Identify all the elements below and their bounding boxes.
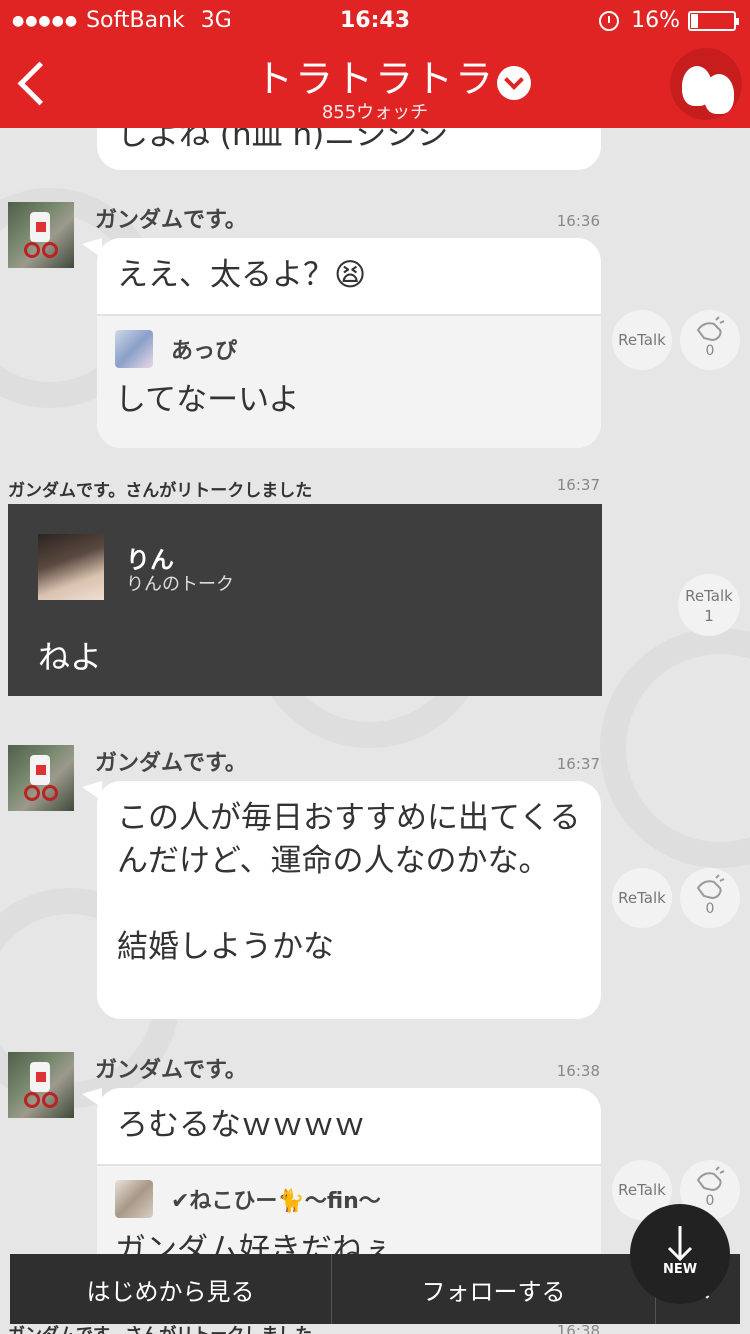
notice-time: 16:37 bbox=[556, 476, 600, 494]
background-pattern bbox=[600, 628, 750, 868]
avatar-figure bbox=[36, 1072, 46, 1082]
retalk-text: ねよ bbox=[38, 638, 103, 676]
chat-area[interactable]: しよね (n皿 n)ニシシシ ガンダムです。 16:36 ええ、太るよ？😫 あっ… bbox=[0, 128, 750, 1334]
quoted-message[interactable]: あっぴ してなーいよ bbox=[97, 314, 601, 448]
clap-button[interactable]: 0 bbox=[680, 868, 740, 928]
message-bubble[interactable]: この人が毎日おすすめに出てくるんだけど、運命の人なのかな。 結婚しようかな bbox=[97, 781, 601, 1019]
alarm-icon bbox=[599, 10, 620, 31]
message-time: 16:36 bbox=[556, 212, 600, 230]
avatar-figure bbox=[24, 785, 40, 801]
retalk-button[interactable]: ReTalk bbox=[612, 868, 672, 928]
follow-button[interactable]: フォローする bbox=[332, 1254, 656, 1324]
status-right: 16% bbox=[599, 8, 739, 33]
retalk-avatar[interactable] bbox=[38, 534, 104, 600]
message-text: ろむるなｗｗｗｗ bbox=[117, 1107, 365, 1143]
retalk-card[interactable]: りん りんのトーク ねよ bbox=[8, 504, 602, 696]
clap-button[interactable]: 0 bbox=[680, 310, 740, 370]
battery-percent: 16% bbox=[631, 8, 680, 33]
sender-name: ガンダムです。 bbox=[95, 751, 247, 776]
ghost-shape bbox=[704, 74, 734, 114]
new-label: NEW bbox=[662, 1262, 698, 1277]
quote-author: ✔ねこひー🐈〜fin〜 bbox=[171, 1189, 381, 1214]
message-bubble[interactable]: ええ、太るよ？😫 あっぴ してなーいよ bbox=[97, 238, 601, 448]
quote-author: あっぴ bbox=[171, 339, 238, 364]
retalk-button[interactable]: ReTalk bbox=[612, 310, 672, 370]
status-bar: ●●●●● SoftBank 3G 16:43 16% bbox=[0, 0, 750, 42]
clap-icon bbox=[696, 316, 725, 342]
message-text: しよね (n皿 n)ニシシシ bbox=[117, 128, 449, 153]
arrow-down-icon bbox=[667, 1226, 693, 1262]
battery-fill bbox=[691, 13, 698, 28]
clap-icon bbox=[696, 1166, 725, 1192]
quote-avatar bbox=[115, 1180, 153, 1218]
retalk-count: 1 bbox=[704, 607, 714, 625]
quote-header: あっぴ bbox=[115, 330, 581, 368]
avatar-figure bbox=[42, 1092, 58, 1108]
retalk-label: ReTalk bbox=[685, 587, 733, 605]
battery-icon bbox=[688, 10, 739, 31]
new-messages-button[interactable]: NEW bbox=[630, 1204, 730, 1304]
sender-name: ガンダムです。 bbox=[95, 208, 247, 233]
message-bubble[interactable]: しよね (n皿 n)ニシシシ bbox=[97, 128, 601, 170]
retalk-notice: ガンダムです。さんがリトークしました bbox=[8, 481, 313, 501]
clap-count: 0 bbox=[705, 343, 715, 359]
navigation-bar: トラトラトラ 855ウォッチ bbox=[0, 42, 750, 128]
retalk-button[interactable]: ReTalk 1 bbox=[678, 574, 740, 636]
watch-count: 855ウォッチ bbox=[321, 102, 429, 123]
avatar-figure bbox=[24, 1092, 40, 1108]
talk-title-text: トラトラトラ bbox=[254, 57, 495, 101]
message-time: 16:38 bbox=[556, 1062, 600, 1080]
quote-text: してなーいよ bbox=[115, 382, 300, 418]
character-icon[interactable] bbox=[670, 48, 742, 120]
avatar-figure bbox=[42, 242, 58, 258]
avatar-figure bbox=[42, 785, 58, 801]
quote-header: ✔ねこひー🐈〜fin〜 bbox=[115, 1180, 581, 1218]
quote-avatar bbox=[115, 330, 153, 368]
avatar-figure bbox=[36, 222, 46, 232]
view-from-start-button[interactable]: はじめから見る bbox=[10, 1254, 332, 1324]
avatar[interactable] bbox=[8, 1052, 74, 1118]
avatar-figure bbox=[36, 765, 46, 775]
avatar[interactable] bbox=[8, 745, 74, 811]
avatar-figure bbox=[24, 242, 40, 258]
retalk-talk-name: りんのトーク bbox=[126, 574, 234, 595]
clap-count: 0 bbox=[705, 901, 715, 917]
talk-title[interactable]: トラトラトラ bbox=[0, 48, 750, 103]
sender-name: ガンダムです。 bbox=[95, 1058, 247, 1083]
avatar[interactable] bbox=[8, 202, 74, 268]
chevron-down-icon[interactable] bbox=[497, 66, 531, 100]
message-time: 16:37 bbox=[556, 755, 600, 773]
message-text: この人が毎日おすすめに出てくるんだけど、運命の人なのかな。 結婚しようかな bbox=[117, 800, 581, 965]
message-text: ええ、太るよ？😫 bbox=[117, 257, 367, 293]
clap-icon bbox=[696, 874, 725, 900]
